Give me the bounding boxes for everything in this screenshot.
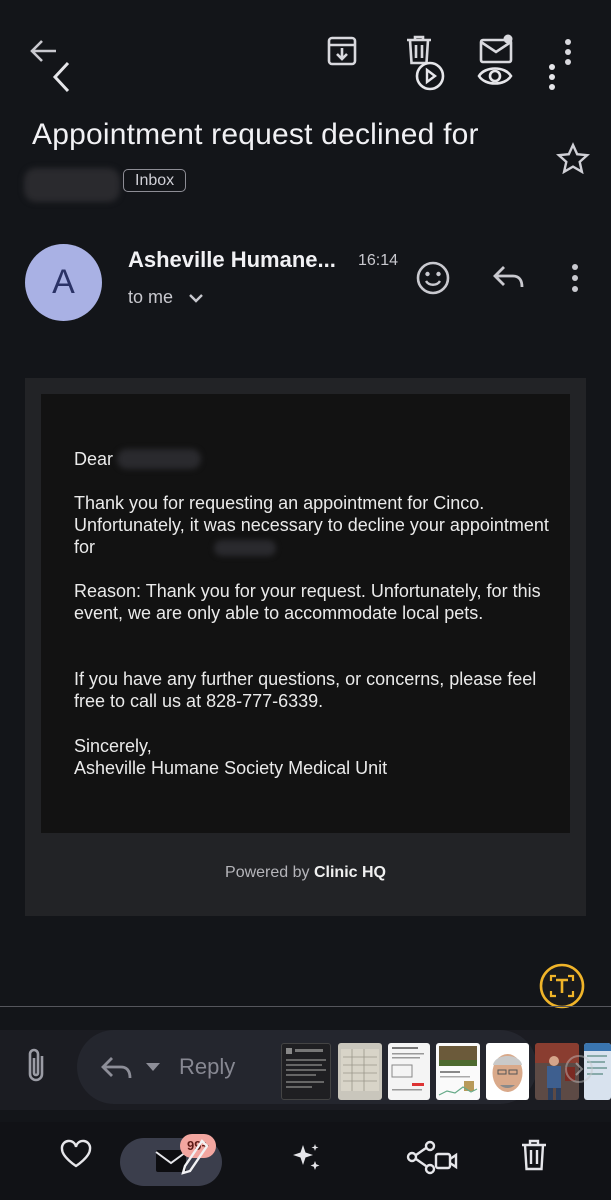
emoji-icon[interactable] bbox=[415, 260, 451, 296]
gallery-thumbnail[interactable] bbox=[338, 1043, 382, 1100]
message-time: 16:14 bbox=[358, 252, 399, 269]
sparkle-icon[interactable] bbox=[290, 1141, 322, 1173]
sender-name[interactable]: Asheville Humane... bbox=[128, 247, 336, 273]
redacted-recipient-name bbox=[117, 449, 201, 469]
paperclip-icon[interactable] bbox=[22, 1046, 50, 1086]
text-scan-icon[interactable] bbox=[538, 962, 586, 1010]
gallery-thumbnail[interactable] bbox=[388, 1043, 430, 1100]
chevron-left-icon[interactable] bbox=[50, 60, 72, 94]
email-paragraph-2: Reason: Thank you for your request. Unfo… bbox=[74, 581, 541, 623]
more-vert-icon[interactable] bbox=[546, 63, 558, 91]
gallery-thumbnail[interactable] bbox=[436, 1043, 480, 1100]
eye-icon[interactable] bbox=[477, 62, 513, 90]
divider bbox=[0, 1006, 611, 1007]
avatar[interactable]: A bbox=[25, 244, 102, 321]
archive-icon[interactable] bbox=[326, 35, 358, 67]
trash-icon[interactable] bbox=[519, 1138, 549, 1172]
scroll-indicator-icon[interactable] bbox=[564, 1054, 594, 1084]
powered-by-brand[interactable]: Clinic HQ bbox=[314, 864, 386, 881]
reply-icon[interactable] bbox=[492, 263, 526, 291]
recipient-label: to me bbox=[128, 287, 174, 307]
email-paragraph-3: If you have any further questions, or co… bbox=[74, 669, 537, 711]
email-signature: Asheville Humane Society Medical Unit bbox=[74, 758, 388, 778]
email-subject: Appointment request declined for bbox=[32, 118, 479, 151]
more-vert-icon[interactable] bbox=[562, 38, 574, 66]
powered-by-footer: Powered by Clinic HQ bbox=[0, 864, 611, 882]
redacted-name bbox=[24, 168, 120, 202]
pencil-icon[interactable] bbox=[178, 1137, 210, 1177]
powered-by-prefix: Powered by bbox=[225, 864, 310, 881]
play-in-circle-icon[interactable] bbox=[412, 58, 448, 94]
star-icon[interactable] bbox=[556, 142, 590, 174]
reply-icon[interactable] bbox=[100, 1054, 134, 1082]
label-chip-inbox[interactable]: Inbox bbox=[123, 169, 187, 192]
redacted-date bbox=[214, 540, 276, 556]
recipient-details[interactable]: to me bbox=[128, 287, 204, 308]
top-toolbar bbox=[0, 0, 611, 128]
gallery-thumbnail[interactable] bbox=[281, 1043, 331, 1100]
email-paragraph-1: Thank you for requesting an appointment … bbox=[74, 493, 549, 557]
reply-placeholder: Reply bbox=[179, 1054, 236, 1079]
dropdown-arrow-icon[interactable] bbox=[145, 1062, 161, 1072]
gallery-thumbnail[interactable] bbox=[486, 1043, 529, 1100]
chevron-down-icon[interactable] bbox=[188, 293, 204, 303]
email-closing: Sincerely, bbox=[74, 736, 152, 756]
share-icon[interactable] bbox=[406, 1140, 458, 1176]
message-more-icon[interactable] bbox=[569, 263, 581, 293]
greeting-text: Dear bbox=[74, 449, 114, 469]
heart-icon[interactable] bbox=[59, 1139, 93, 1169]
